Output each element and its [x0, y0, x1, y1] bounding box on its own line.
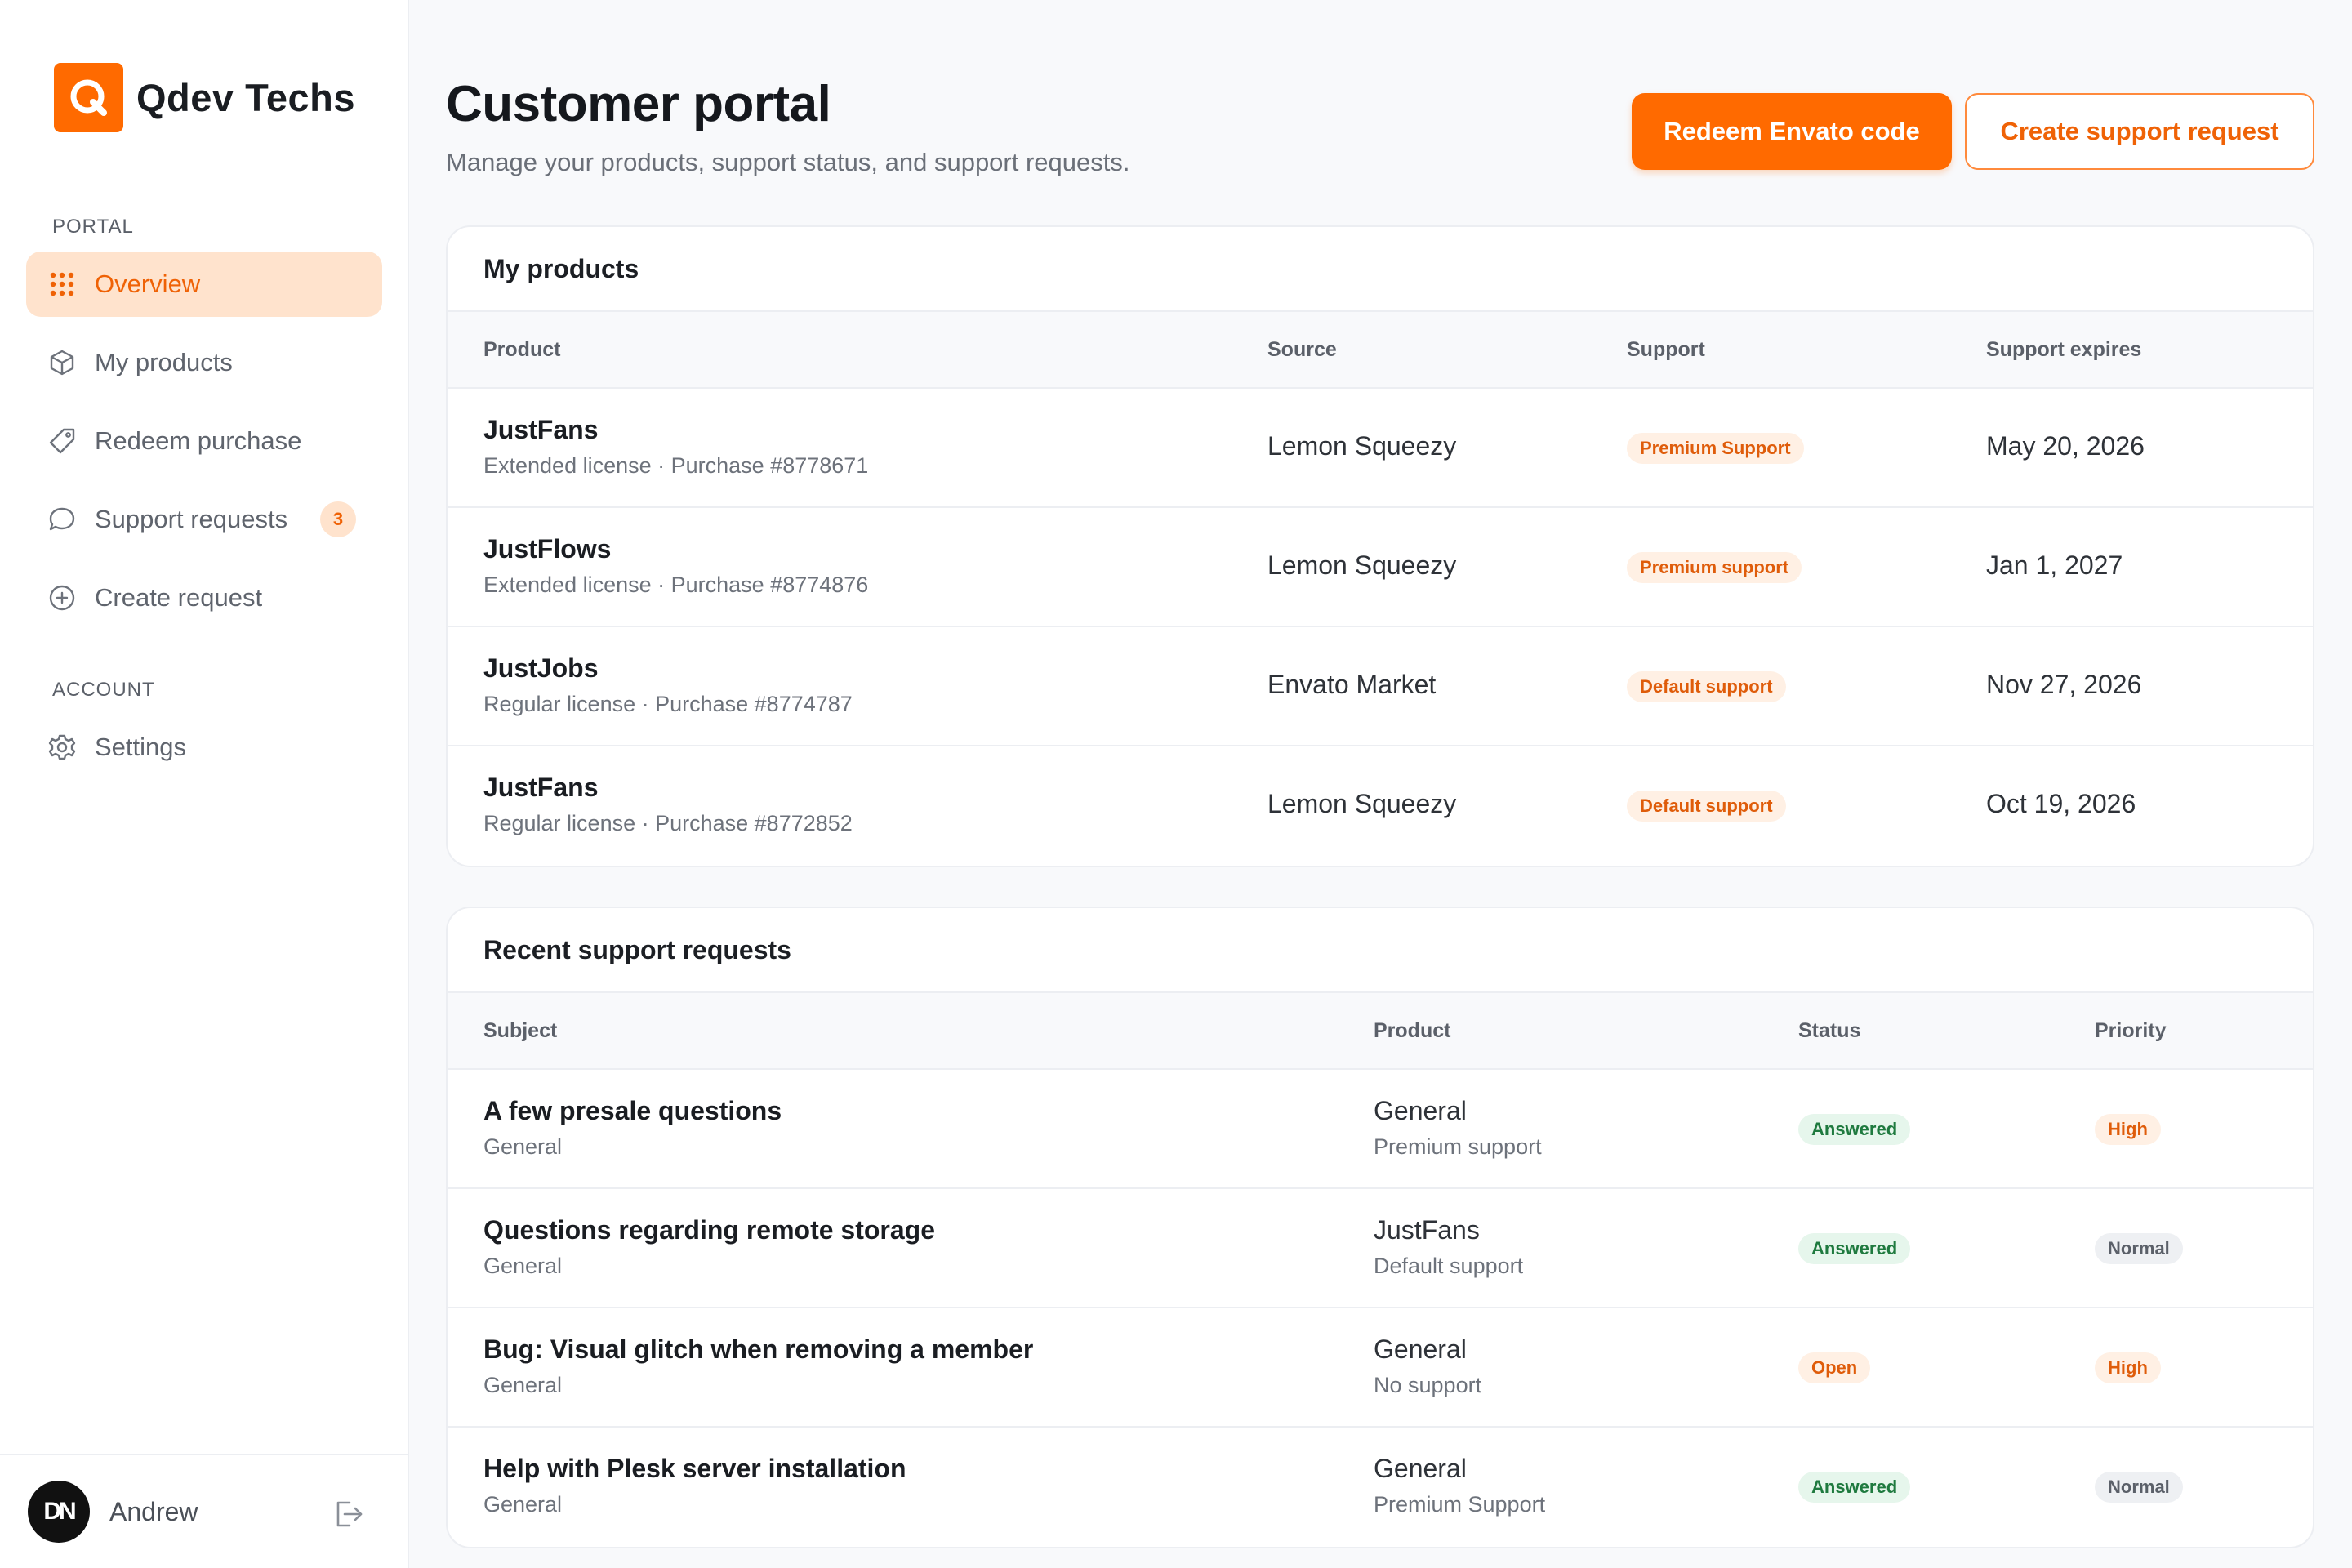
page-title: Customer portal — [446, 76, 831, 132]
sidebar-item-my-products[interactable]: My products — [26, 330, 382, 395]
request-product-support: No support — [1374, 1373, 1482, 1397]
request-product-support: Premium Support — [1374, 1492, 1546, 1517]
card-title: My products — [448, 227, 2313, 312]
chat-icon — [47, 505, 77, 534]
priority-badge: Normal — [2095, 1233, 2183, 1264]
priority-badge: Normal — [2095, 1472, 2183, 1503]
support-badge: Premium Support — [1627, 433, 1804, 464]
table-row[interactable]: Bug: Visual glitch when removing a membe… — [448, 1308, 2313, 1428]
request-product: General — [1374, 1096, 1467, 1125]
request-product: General — [1374, 1334, 1467, 1364]
table-header: Subject Product Status Priority — [448, 993, 2313, 1070]
support-expires: Nov 27, 2026 — [1986, 670, 2142, 699]
table-row[interactable]: Help with Plesk server installation Gene… — [448, 1428, 2313, 1547]
status-badge: Open — [1798, 1352, 1871, 1383]
table-row[interactable]: A few presale questions General General … — [448, 1070, 2313, 1189]
request-subject[interactable]: Questions regarding remote storage — [483, 1215, 935, 1245]
sidebar: Qdev Techs PORTAL Overview My products R… — [0, 0, 409, 1568]
product-source: Lemon Squeezy — [1267, 550, 1457, 580]
column-header-source: Source — [1267, 338, 1337, 361]
brand-logo-icon — [54, 63, 123, 132]
page-subtitle: Manage your products, support status, an… — [446, 148, 1130, 176]
support-badge: Default support — [1627, 791, 1786, 822]
plus-circle-icon — [47, 583, 77, 612]
logout-icon[interactable] — [332, 1498, 364, 1530]
sidebar-item-create-request[interactable]: Create request — [26, 565, 382, 630]
status-badge: Answered — [1798, 1233, 1911, 1264]
request-product: General — [1374, 1454, 1467, 1483]
product-source: Lemon Squeezy — [1267, 431, 1457, 461]
brand[interactable]: Qdev Techs — [54, 63, 355, 132]
user-profile[interactable]: DN Andrew — [0, 1454, 409, 1568]
product-meta: Extended license · Purchase #8778671 — [483, 453, 869, 478]
product-name[interactable]: JustFans — [483, 415, 868, 445]
sidebar-item-label: Overview — [95, 270, 201, 298]
request-subject[interactable]: Bug: Visual glitch when removing a membe… — [483, 1334, 1033, 1365]
support-expires: May 20, 2026 — [1986, 431, 2145, 461]
tag-icon — [47, 426, 77, 456]
request-product: JustFans — [1374, 1215, 1480, 1245]
redeem-envato-code-button[interactable]: Redeem Envato code — [1632, 93, 1952, 170]
box-icon — [47, 348, 77, 377]
brand-name: Qdev Techs — [136, 76, 355, 119]
sidebar-item-label: Support requests — [95, 505, 288, 533]
support-expires: Jan 1, 2027 — [1986, 550, 2123, 580]
product-meta: Regular license · Purchase #8772852 — [483, 811, 853, 835]
table-row[interactable]: Questions regarding remote storage Gener… — [448, 1189, 2313, 1308]
status-badge: Answered — [1798, 1472, 1911, 1503]
priority-badge: High — [2095, 1352, 2161, 1383]
card-title: Recent support requests — [448, 908, 2313, 993]
column-header-support-expires: Support expires — [1986, 338, 2142, 361]
column-header-subject: Subject — [483, 1019, 558, 1042]
status-badge: Answered — [1798, 1114, 1911, 1145]
product-source: Lemon Squeezy — [1267, 789, 1457, 818]
sidebar-item-support-requests[interactable]: Support requests 3 — [26, 487, 382, 552]
support-expires: Oct 19, 2026 — [1986, 789, 2136, 818]
table-row[interactable]: JustFans Regular license · Purchase #877… — [448, 746, 2313, 866]
support-badge: Premium support — [1627, 552, 1802, 583]
request-category: General — [483, 1492, 563, 1517]
nav-heading-portal: PORTAL — [52, 216, 134, 238]
request-product-support: Premium support — [1374, 1134, 1542, 1159]
product-meta: Extended license · Purchase #8774876 — [483, 572, 869, 597]
sidebar-item-overview[interactable]: Overview — [26, 252, 382, 317]
request-subject[interactable]: A few presale questions — [483, 1096, 782, 1126]
sidebar-item-redeem-purchase[interactable]: Redeem purchase — [26, 408, 382, 474]
product-meta: Regular license · Purchase #8774787 — [483, 692, 853, 716]
product-source: Envato Market — [1267, 670, 1437, 699]
gear-icon — [47, 733, 77, 762]
column-header-support: Support — [1627, 338, 1705, 361]
table-row[interactable]: JustJobs Regular license · Purchase #877… — [448, 627, 2313, 746]
table-header: Product Source Support Support expires — [448, 312, 2313, 389]
request-category: General — [483, 1254, 563, 1278]
sidebar-item-label: Create request — [95, 583, 263, 612]
support-requests-count-badge: 3 — [320, 501, 356, 537]
column-header-status: Status — [1798, 1019, 1861, 1042]
column-header-priority: Priority — [2095, 1019, 2167, 1042]
column-header-product: Product — [483, 338, 561, 361]
recent-support-requests-card: Recent support requests Subject Product … — [446, 906, 2314, 1548]
my-products-card: My products Product Source Support Suppo… — [446, 225, 2314, 867]
table-row[interactable]: JustFlows Extended license · Purchase #8… — [448, 508, 2313, 627]
grid-icon — [47, 270, 77, 299]
product-name[interactable]: JustJobs — [483, 653, 853, 684]
request-category: General — [483, 1373, 563, 1397]
column-header-product: Product — [1374, 1019, 1451, 1042]
avatar: DN — [28, 1481, 90, 1543]
product-name[interactable]: JustFlows — [483, 534, 868, 564]
create-support-request-button[interactable]: Create support request — [1965, 93, 2314, 170]
request-product-support: Default support — [1374, 1254, 1524, 1278]
product-name[interactable]: JustFans — [483, 773, 853, 803]
user-name: Andrew — [109, 1496, 198, 1526]
table-row[interactable]: JustFans Extended license · Purchase #87… — [448, 389, 2313, 508]
sidebar-item-settings[interactable]: Settings — [26, 715, 382, 780]
sidebar-item-label: My products — [95, 348, 233, 376]
request-subject[interactable]: Help with Plesk server installation — [483, 1454, 906, 1484]
sidebar-item-label: Settings — [95, 733, 187, 761]
sidebar-item-label: Redeem purchase — [95, 426, 302, 455]
request-category: General — [483, 1134, 563, 1159]
nav-heading-account: ACCOUNT — [52, 679, 155, 701]
priority-badge: High — [2095, 1114, 2161, 1145]
support-badge: Default support — [1627, 671, 1786, 702]
